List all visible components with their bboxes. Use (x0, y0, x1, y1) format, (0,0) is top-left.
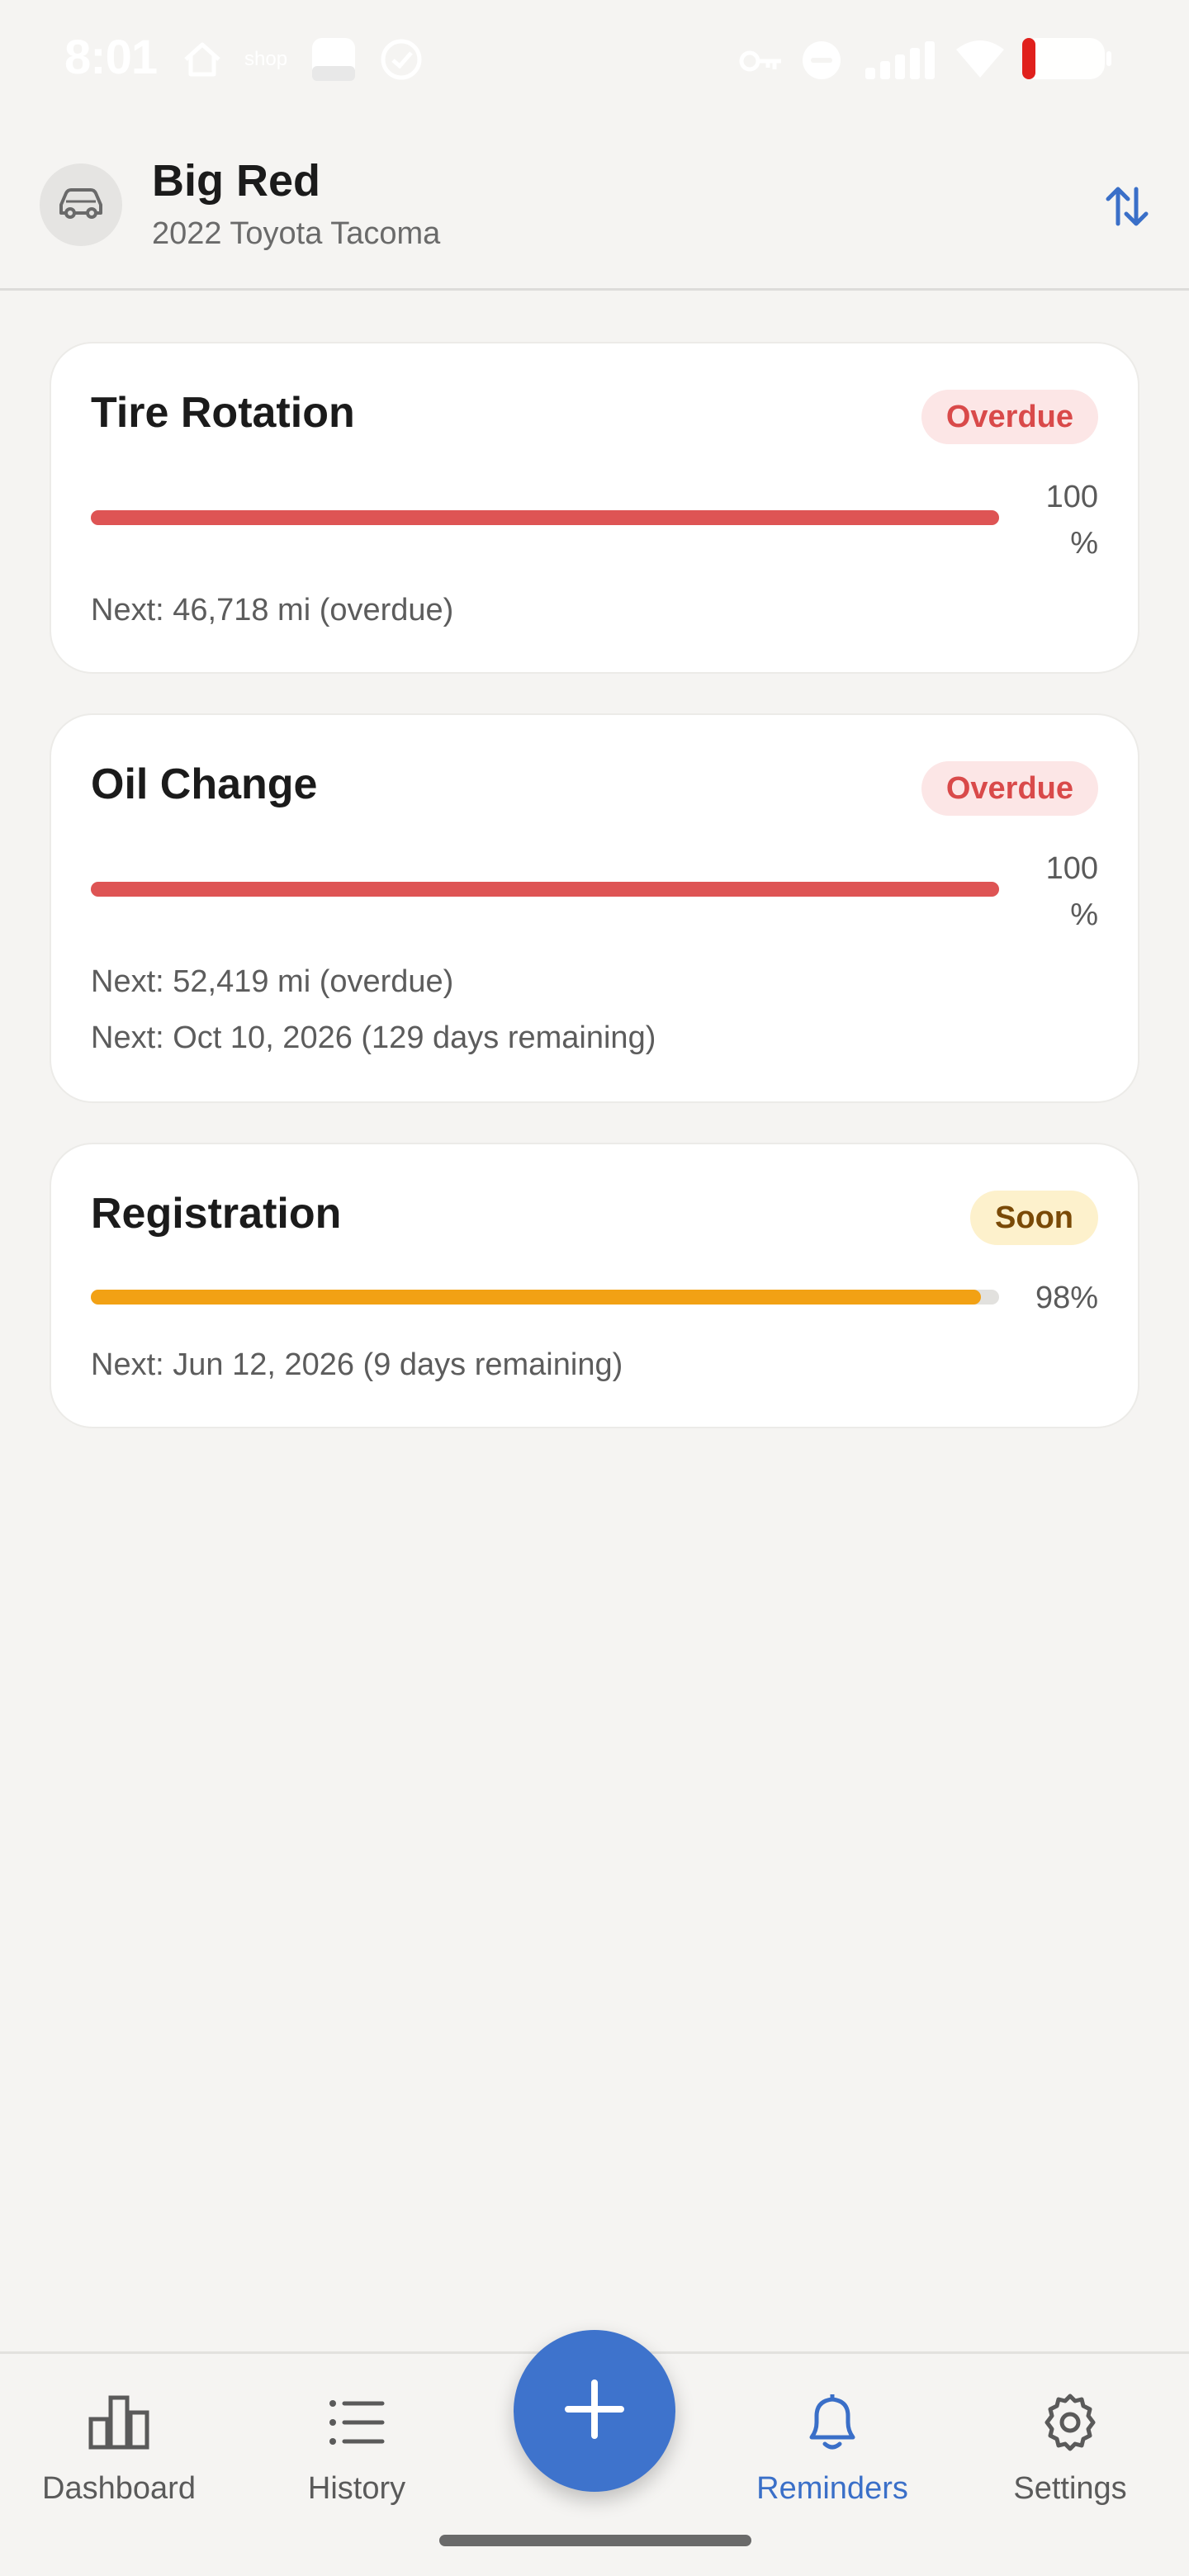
progress-bar (91, 1290, 999, 1305)
progress-percent: 98% (1035, 1281, 1098, 1315)
status-badge: Soon (970, 1191, 1098, 1245)
status-time: 8:01 (64, 31, 158, 84)
next-due-mileage: Next: 52,419 mi (overdue) (91, 964, 454, 999)
progress-percent: 100% (1045, 851, 1098, 932)
progress-fill (91, 510, 999, 525)
bell-icon (805, 2385, 860, 2460)
nav-label: Reminders (756, 2471, 908, 2506)
reminder-card[interactable]: Tire Rotation Overdue 100% Next: 46,718 … (50, 342, 1139, 674)
nav-settings[interactable]: Settings (951, 2354, 1189, 2519)
progress-percent: 100% (1045, 480, 1098, 561)
progress-fill (91, 882, 999, 897)
sort-button[interactable] (1090, 175, 1164, 241)
status-badge: Overdue (921, 761, 1098, 816)
next-due-text: Next: 46,718 mi (overdue) (91, 593, 454, 627)
gear-icon (1040, 2385, 1100, 2460)
nav-dashboard[interactable]: Dashboard (0, 2354, 238, 2519)
list-icon (328, 2385, 386, 2460)
reminder-card[interactable]: Oil Change Overdue 100% Next: 52,419 mi … (50, 713, 1139, 1103)
battery-icon (1022, 38, 1111, 83)
sort-arrows-icon (1105, 186, 1149, 231)
vehicle-model: 2022 Toyota Tacoma (152, 216, 441, 251)
app-icon (310, 36, 357, 87)
wifi-icon (955, 38, 1006, 83)
progress-bar (91, 882, 999, 897)
key-icon (738, 43, 784, 83)
reminder-card[interactable]: Registration Soon 98% Next: Jun 12, 2026… (50, 1143, 1139, 1428)
status-bar: 8:01 shop (0, 0, 1189, 116)
nav-reminders[interactable]: Reminders (713, 2354, 951, 2519)
plus-icon (561, 2376, 628, 2446)
home-indicator[interactable] (439, 2535, 751, 2546)
signal-icon (864, 41, 935, 83)
vehicle-name: Big Red (152, 156, 321, 206)
nav-label: Dashboard (42, 2471, 196, 2506)
reminder-title: Oil Change (91, 760, 318, 808)
reminder-title: Registration (91, 1190, 342, 1238)
bar-chart-icon (88, 2385, 150, 2460)
nav-history[interactable]: History (238, 2354, 476, 2519)
home-icon (182, 40, 223, 83)
shop-icon: shop (244, 48, 288, 70)
dnd-icon (801, 40, 842, 85)
vehicle-avatar[interactable] (40, 163, 122, 246)
nav-label: History (307, 2471, 406, 2506)
add-reminder-button[interactable] (514, 2330, 675, 2492)
progress-fill (91, 1290, 981, 1305)
next-due-date: Next: Oct 10, 2026 (129 days remaining) (91, 1020, 656, 1055)
status-badge: Overdue (921, 390, 1098, 444)
car-icon (58, 187, 104, 224)
next-due-text: Next: Jun 12, 2026 (9 days remaining) (91, 1347, 623, 1382)
reminder-title: Tire Rotation (91, 389, 355, 437)
progress-bar (91, 510, 999, 525)
nav-label: Settings (1013, 2471, 1127, 2506)
app-header: Big Red 2022 Toyota Tacoma (0, 116, 1189, 291)
check-circle-icon (380, 38, 423, 85)
